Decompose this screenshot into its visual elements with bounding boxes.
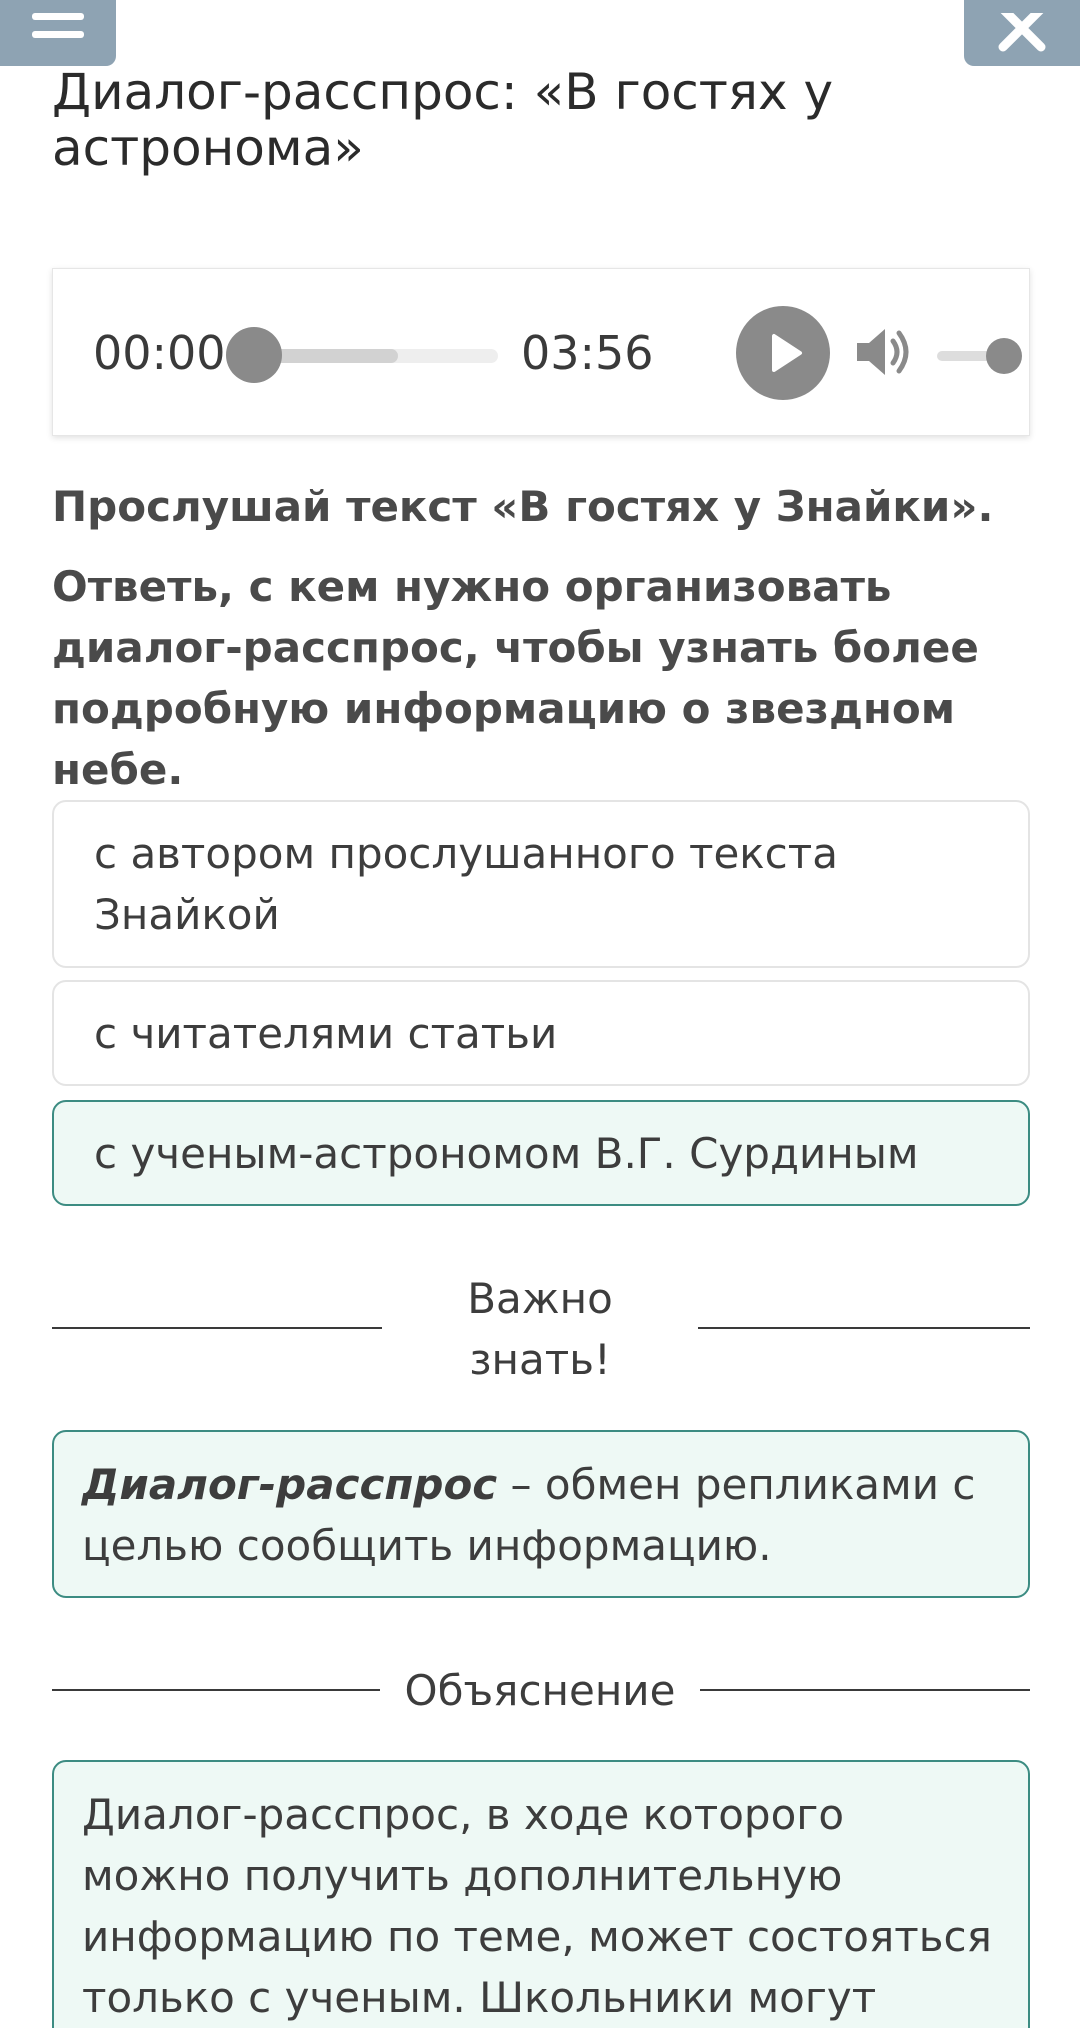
play-button[interactable] [736,306,830,400]
speaker-volume-icon [857,329,909,375]
answer-option-selected[interactable]: с ученым-астрономом В.Г. Сурдиным [52,1100,1030,1206]
close-button[interactable] [964,0,1080,66]
answer-option-label: с читателями статьи [94,1008,558,1058]
definition-box: Диалог-расспрос – обмен репликами с цель… [52,1430,1030,1598]
answer-option-label: с автором прослушанного текста Знайкой [94,829,838,939]
explanation-box: Диалог-расспрос, в ходе которого можно п… [52,1760,1030,2028]
instruction-text: Прослушай текст «В гостях у Знайки». [52,482,994,531]
explanation-text: Диалог-расспрос, в ходе которого можно п… [82,1790,992,2022]
menu-button[interactable] [0,0,116,66]
seek-thumb[interactable] [226,327,282,383]
volume-button[interactable] [853,321,915,387]
current-time: 00:00 [93,326,226,380]
hamburger-menu-icon [32,13,84,38]
answer-option[interactable]: с автором прослушанного текста Знайкой [52,800,1030,968]
volume-thumb[interactable] [986,338,1022,374]
divider [52,1327,382,1329]
audio-player: 00:00 03:56 [52,268,1030,436]
play-icon [772,334,802,372]
seek-bar[interactable] [248,349,498,363]
page-title: Диалог-расспрос: «В гостях у астронома» [52,63,834,177]
question-prompt: Ответь, с кем нужно организовать диалог-… [52,562,979,794]
close-x-icon [998,13,1046,52]
total-time: 03:56 [521,326,654,380]
answer-option-label: с ученым-астрономом В.Г. Сурдиным [94,1128,919,1178]
divider [698,1327,1030,1329]
answer-option[interactable]: с читателями статьи [52,980,1030,1086]
definition-term: Диалог-расспрос [82,1460,498,1509]
explanation-heading: Объяснение [380,1660,700,1721]
important-heading: Важно знать! [467,1274,613,1384]
